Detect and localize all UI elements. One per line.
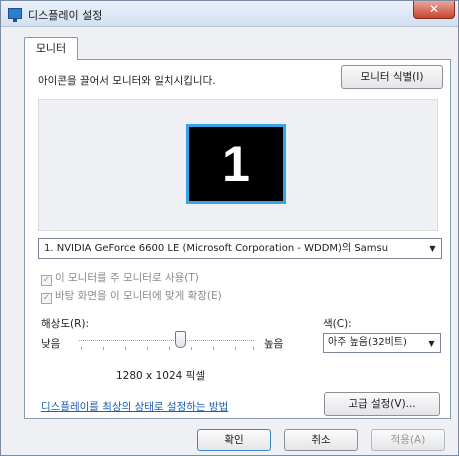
title-bar[interactable]: 디스플레이 설정 ✕ <box>1 1 458 27</box>
primary-monitor-checkbox[interactable]: ✓ 이 모니터를 주 모니터로 사용(T) <box>41 270 199 286</box>
color-label: 색(C): <box>323 318 352 330</box>
slider-tick <box>147 347 148 350</box>
display-select-value: 1. NVIDIA GeForce 6600 LE (Microsoft Cor… <box>44 243 389 254</box>
close-button[interactable]: ✕ <box>413 1 455 19</box>
check-icon: ✓ <box>41 275 52 286</box>
apply-button[interactable]: 적용(A) <box>371 429 445 451</box>
window-title: 디스플레이 설정 <box>28 9 103 22</box>
extend-desktop-checkbox[interactable]: ✓ 바탕 화면을 이 모니터에 맞게 확장(E) <box>41 288 222 304</box>
resolution-value: 1280 x 1024 픽셀 <box>116 370 205 382</box>
advanced-settings-button[interactable]: 고급 설정(V)... <box>324 392 440 416</box>
resolution-label: 해상도(R): <box>41 318 90 330</box>
slider-tick <box>103 347 104 350</box>
chevron-down-icon: ▼ <box>429 244 436 253</box>
slider-tick <box>191 347 192 350</box>
close-icon: ✕ <box>428 2 440 16</box>
slider-tick <box>253 347 254 350</box>
monitor-1-icon[interactable]: 1 <box>186 124 286 204</box>
monitor-number: 1 <box>222 136 250 192</box>
extend-desktop-label: 바탕 화면을 이 모니터에 맞게 확장(E) <box>55 290 222 302</box>
color-depth-value: 아주 높음(32비트) <box>328 337 407 348</box>
color-depth-select[interactable]: 아주 높음(32비트) ▼ <box>323 333 441 353</box>
resolution-high-label: 높음 <box>264 338 284 350</box>
slider-tick <box>125 347 126 350</box>
resolution-slider-thumb[interactable] <box>175 331 186 348</box>
identify-monitors-button[interactable]: 모니터 식별(I) <box>341 65 443 89</box>
slider-tick <box>169 347 170 350</box>
display-settings-window: 디스플레이 설정 ✕ 모니터 아이콘을 끌어서 모니터와 일치시킵니다. 모니터… <box>0 0 459 456</box>
ok-button[interactable]: 확인 <box>197 429 271 451</box>
resolution-low-label: 낮음 <box>41 338 61 350</box>
tab-monitor[interactable]: 모니터 <box>24 37 78 60</box>
display-select[interactable]: 1. NVIDIA GeForce 6600 LE (Microsoft Cor… <box>38 238 442 259</box>
help-link[interactable]: 디스플레이를 최상의 상태로 설정하는 방법 <box>41 399 228 414</box>
display-icon <box>8 8 22 22</box>
instruction-text: 아이콘을 끌어서 모니터와 일치시킵니다. <box>38 75 216 87</box>
slider-tick <box>235 347 236 350</box>
primary-monitor-label: 이 모니터를 주 모니터로 사용(T) <box>55 272 199 284</box>
cancel-button[interactable]: 취소 <box>284 429 358 451</box>
slider-tick <box>81 347 82 350</box>
check-icon: ✓ <box>41 293 52 304</box>
resolution-slider-track[interactable] <box>79 340 254 342</box>
slider-tick <box>213 347 214 350</box>
chevron-down-icon: ▼ <box>428 339 435 348</box>
